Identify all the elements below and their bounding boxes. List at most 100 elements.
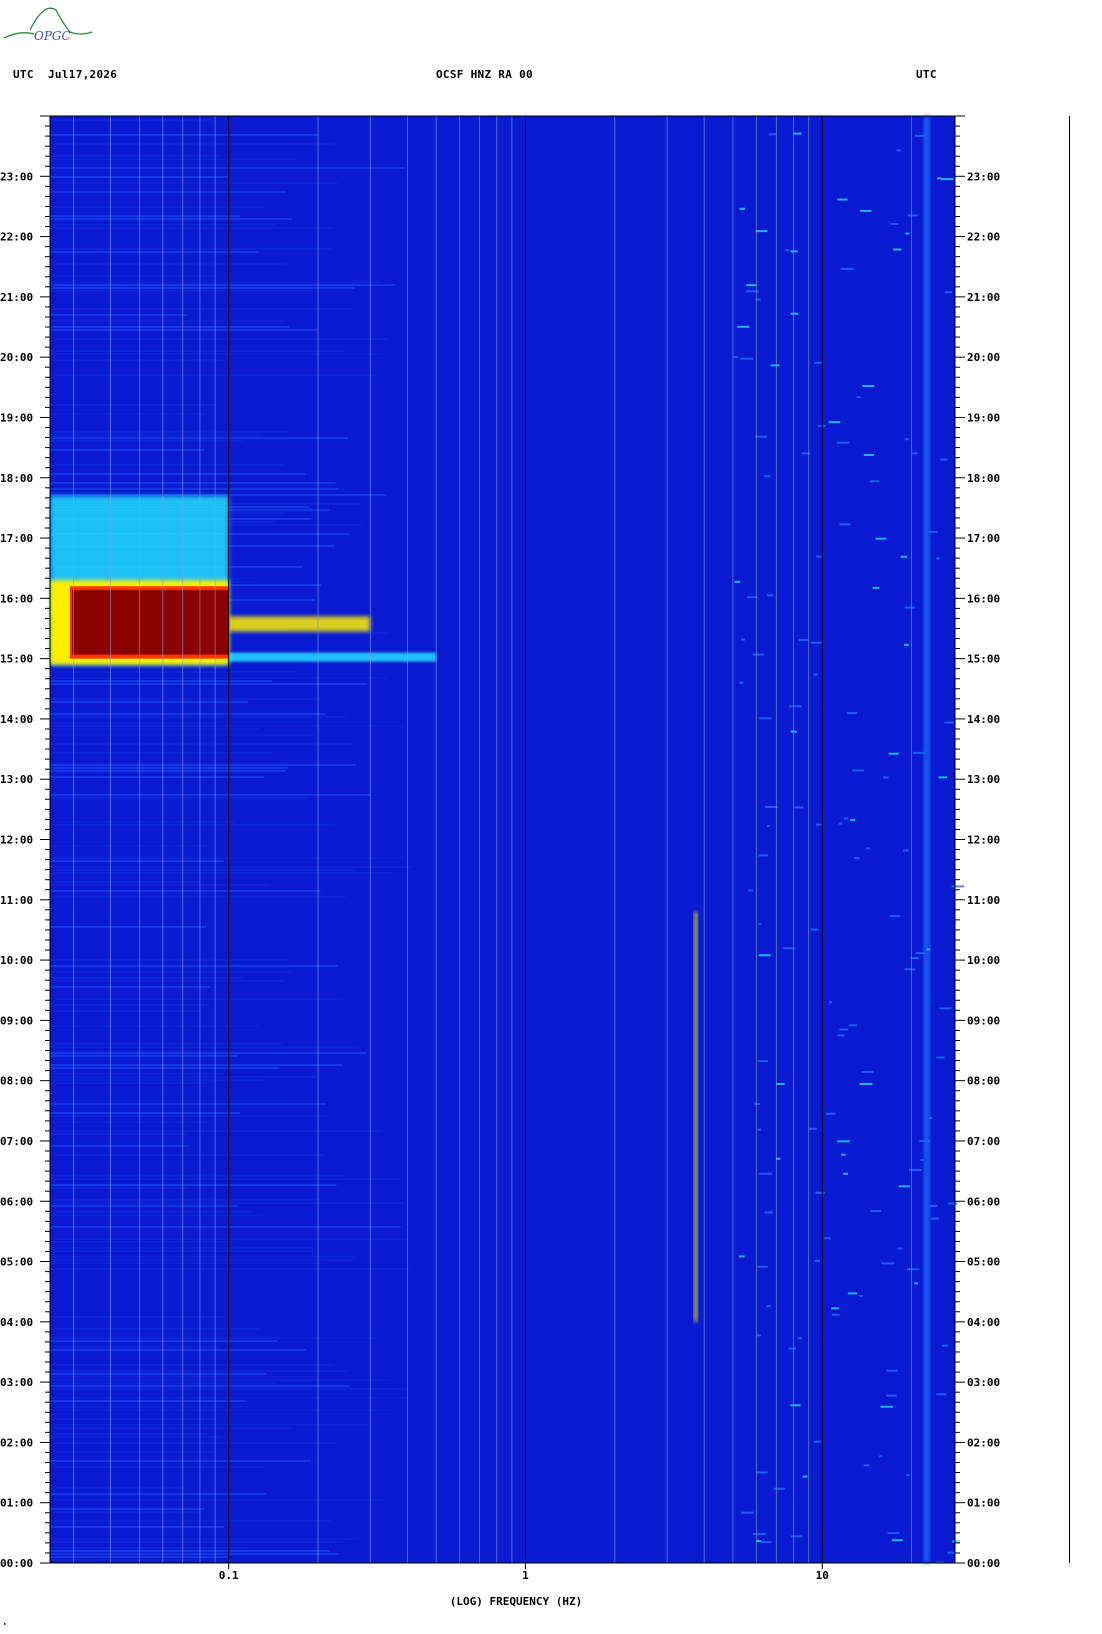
hf-speckle [940,458,948,461]
hf-speckle [863,453,874,456]
hf-speckle [862,385,875,388]
hf-speckle [738,1255,745,1258]
noise-row [50,473,306,475]
noise-row [50,1442,338,1444]
noise-row [50,734,315,736]
noise-row [50,440,247,442]
y-tick-label-left: 19:00 [0,411,33,424]
hf-speckle [947,1551,955,1554]
noise-row [50,959,290,961]
noise-row [50,191,287,193]
noise-row [50,752,273,754]
noise-row [50,716,346,718]
hf-speckle [887,1532,900,1535]
y-tick-label-right: 10:00 [967,954,1000,967]
noise-row [50,1262,321,1264]
noise-row [50,1460,312,1462]
hf-speckle [904,606,915,609]
noise-row [50,1112,241,1114]
spectral-event-2 [228,652,437,662]
noise-row [50,1436,222,1438]
noise-row [50,1316,226,1318]
noise-row [50,374,377,376]
hf-speckle [739,207,746,210]
hf-speckle [936,1056,945,1059]
noise-row [50,881,200,883]
hf-speckle [886,1394,897,1397]
hf-speckle [828,421,841,424]
noise-row [50,284,396,286]
y-tick-label-left: 04:00 [0,1316,33,1329]
hf-speckle [811,641,822,644]
y-tick-label-right: 02:00 [967,1436,1000,1449]
noise-row [50,1340,278,1342]
hf-speckle [756,1334,762,1337]
hf-speckle [754,1102,761,1105]
noise-row [50,1547,249,1549]
y-tick-label-right: 00:00 [967,1557,1000,1570]
hf-speckle [906,1473,910,1476]
hf-speckle [905,232,910,235]
noise-row [50,248,333,250]
noise-row [50,1178,401,1180]
noise-row [50,1466,266,1468]
noise-row [50,821,235,823]
hf-speckle [814,361,823,364]
hf-speckle [879,1455,883,1458]
hf-speckle [909,1168,922,1171]
y-tick-label-left: 16:00 [0,592,33,605]
spectrogram-chart: 00:00 00:00 01:00 01:00 02:00 02:00 03:00 03:00… [0,115,1000,1608]
hf-speckle [861,1070,874,1073]
hf-speckle [810,928,819,931]
hf-speckle [936,1393,947,1396]
hf-speckle [843,817,849,820]
noise-row [50,1511,202,1513]
hf-speckle [875,537,887,540]
noise-row [50,314,188,316]
noise-row [50,326,289,328]
hf-speckle [848,1024,857,1027]
noise-row [50,155,222,157]
noise-row [50,824,336,826]
noise-row [50,1055,238,1057]
noise-row [50,224,277,226]
hf-speckle [766,1305,772,1308]
hf-speckle [838,822,843,825]
hf-speckle [903,643,909,646]
noise-row [50,872,393,874]
plot-background [50,116,955,1563]
noise-row [50,857,404,859]
hf-speckle [841,1153,846,1156]
hf-speckle [944,721,956,724]
hf-speckle [843,1172,848,1175]
noise-row [50,1541,343,1543]
hf-speckle [794,806,804,809]
hf-speckle [869,480,880,483]
hf-speckle [912,751,926,754]
noise-row [50,434,263,436]
hf-speckle [826,1112,836,1115]
noise-row [50,998,343,1000]
hf-speckle [880,1405,894,1408]
hf-speckle [831,1307,839,1310]
noise-row [50,1337,376,1339]
y-tick-label-left: 12:00 [0,834,33,847]
hf-speckle [837,198,848,201]
noise-row [50,1499,384,1501]
noise-row [50,1187,190,1189]
hf-speckle [773,1487,786,1490]
y-tick-label-right: 06:00 [967,1195,1000,1208]
noise-row [50,290,312,292]
hf-speckle [951,885,965,888]
noise-row [50,1250,313,1252]
noise-row [50,1133,188,1135]
y-tick-label-left: 03:00 [0,1376,33,1389]
noise-row [50,794,371,796]
hf-speckle [755,230,768,233]
hf-speckle [919,1140,930,1143]
y-tick-label-left: 14:00 [0,713,33,726]
hf-speckle [883,776,889,779]
noise-row [50,971,291,973]
y-tick-label-left: 13:00 [0,773,33,786]
hf-speckle [791,1535,803,1538]
